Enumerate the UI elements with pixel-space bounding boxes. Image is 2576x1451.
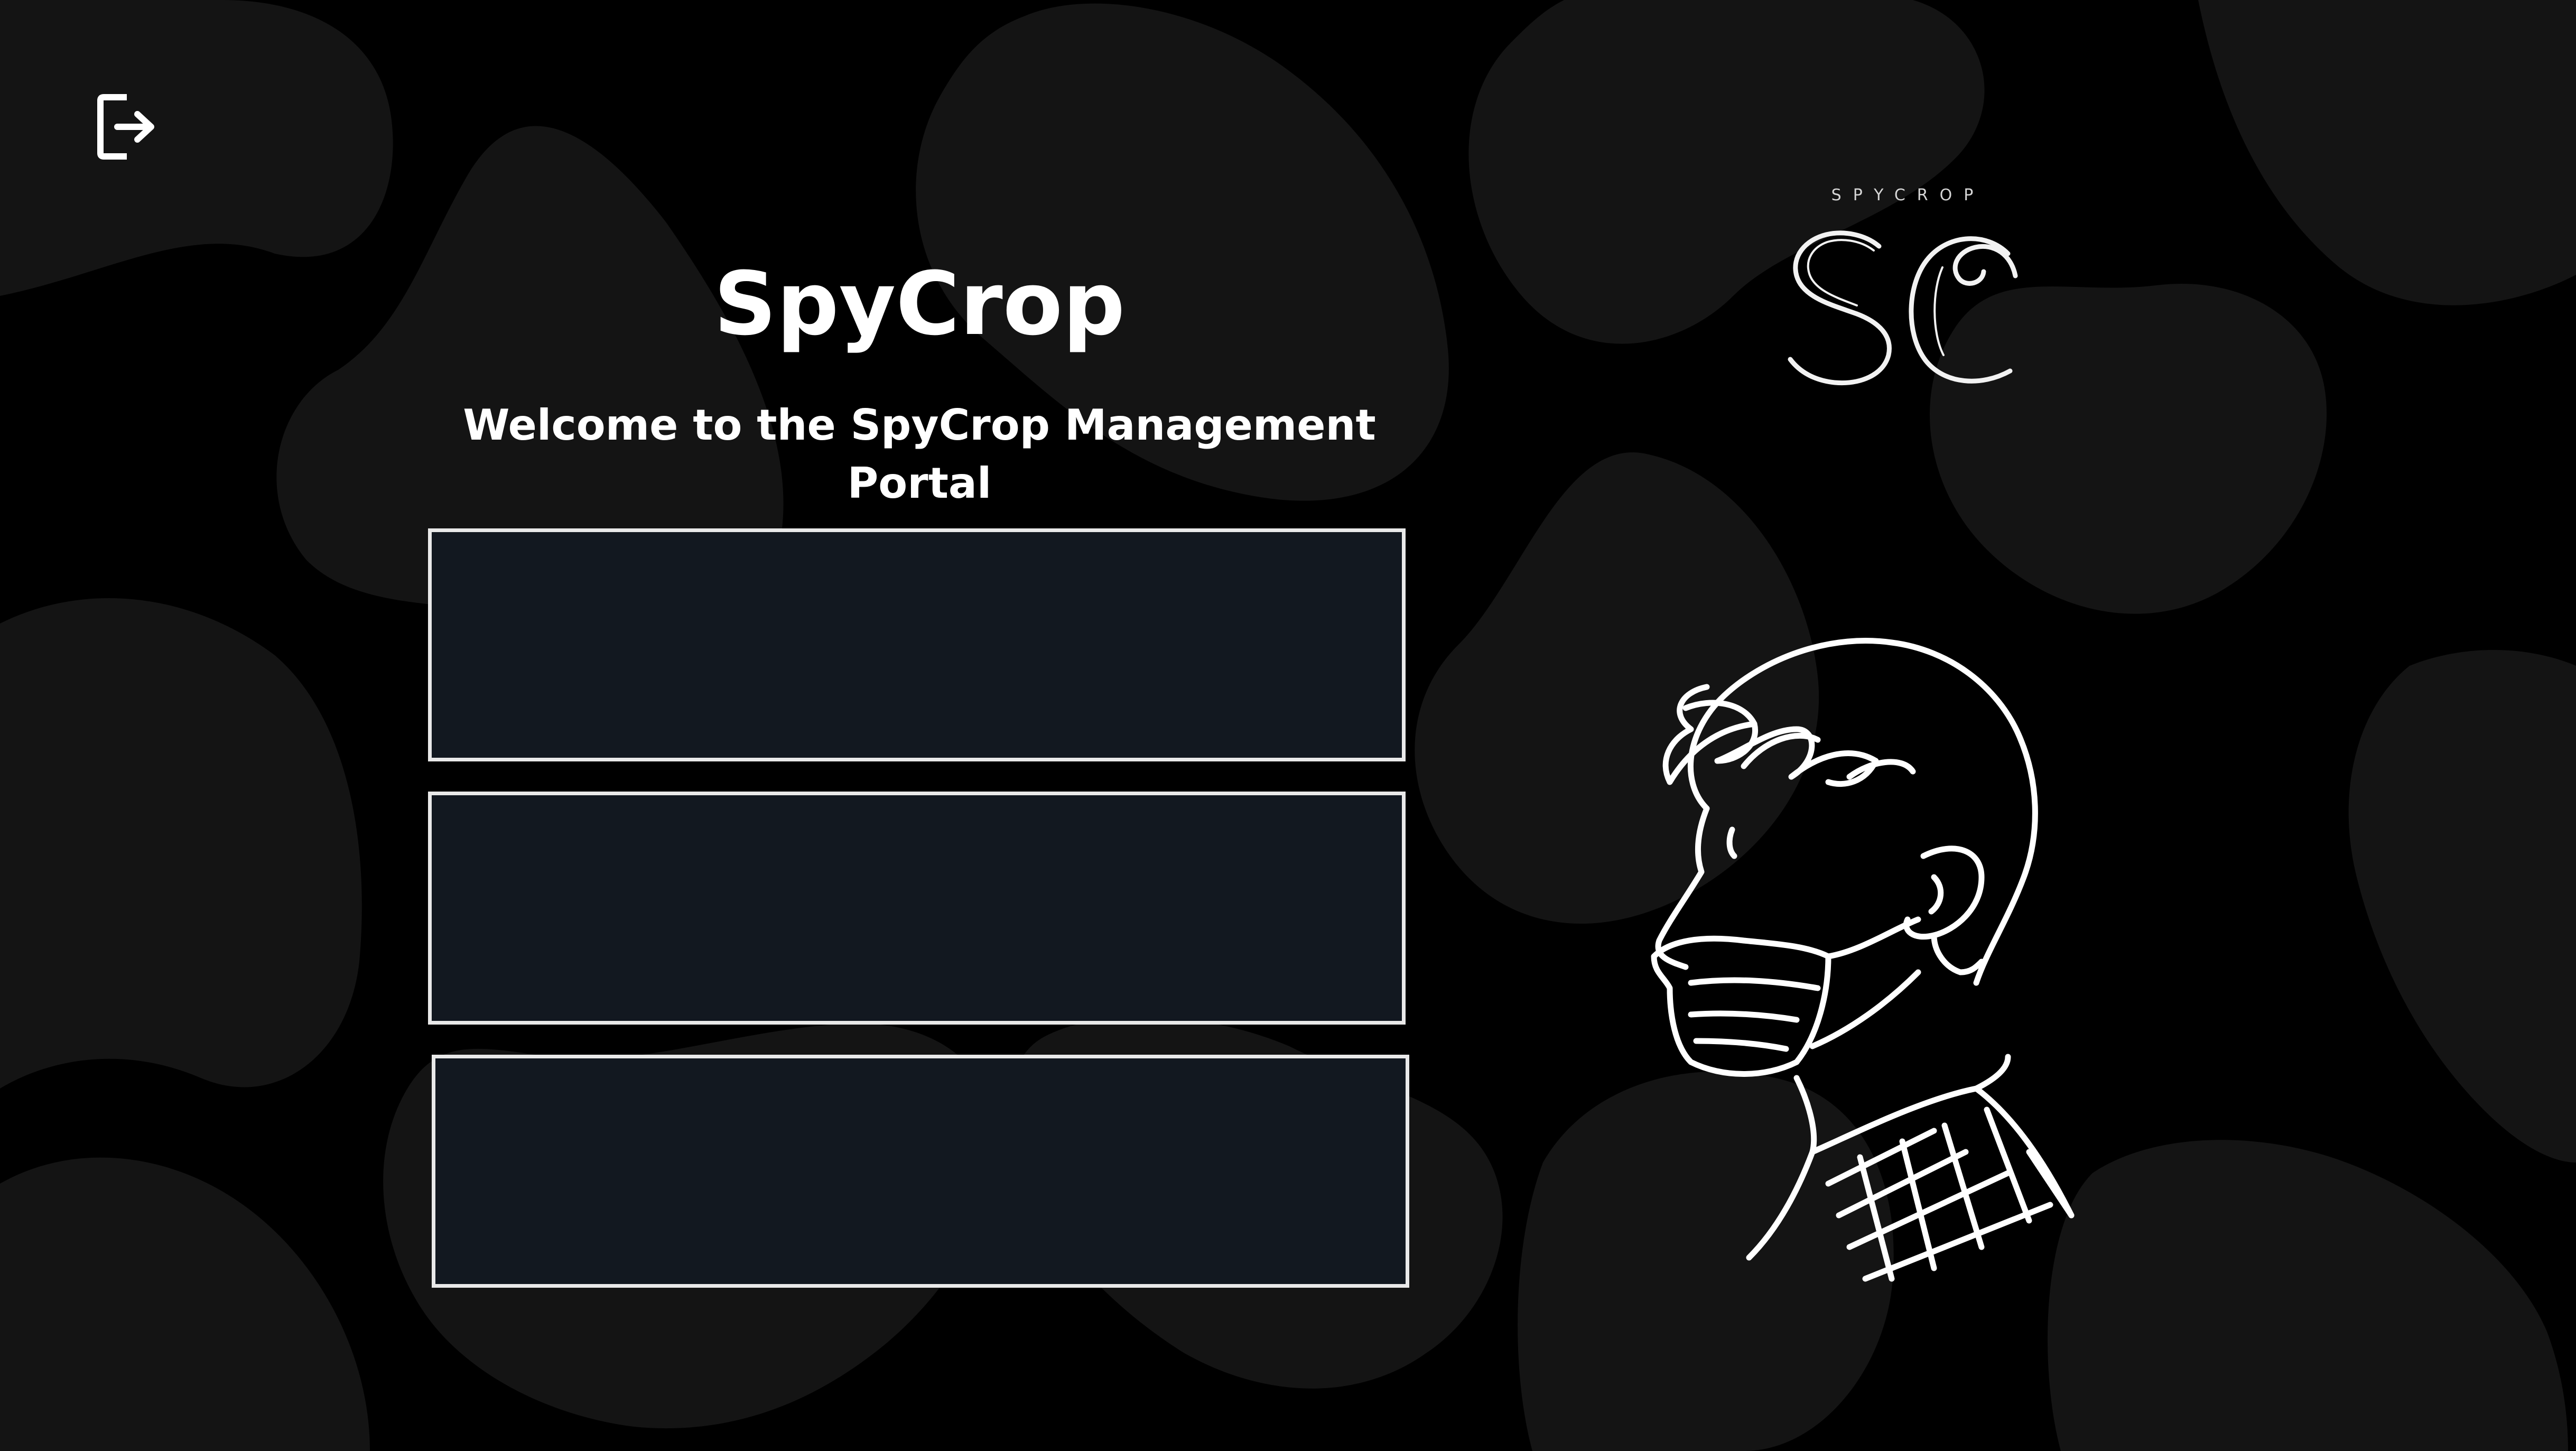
portal-card-3[interactable] <box>432 1055 1409 1288</box>
logout-icon <box>97 94 154 160</box>
brand-wordmark: SPYCROP <box>1831 186 1985 204</box>
app-title: SpyCrop <box>713 253 1126 355</box>
welcome-message: Welcome to the SpyCrop Management Portal <box>463 401 1376 508</box>
logout-button[interactable] <box>94 90 157 164</box>
portal-card-1[interactable] <box>428 528 1406 761</box>
brand-logo: SPYCROP <box>1775 185 2029 396</box>
sc-monogram-icon <box>1788 230 2018 386</box>
portal-card-2[interactable] <box>428 792 1406 1025</box>
masked-person-illustration <box>1651 638 2075 1282</box>
